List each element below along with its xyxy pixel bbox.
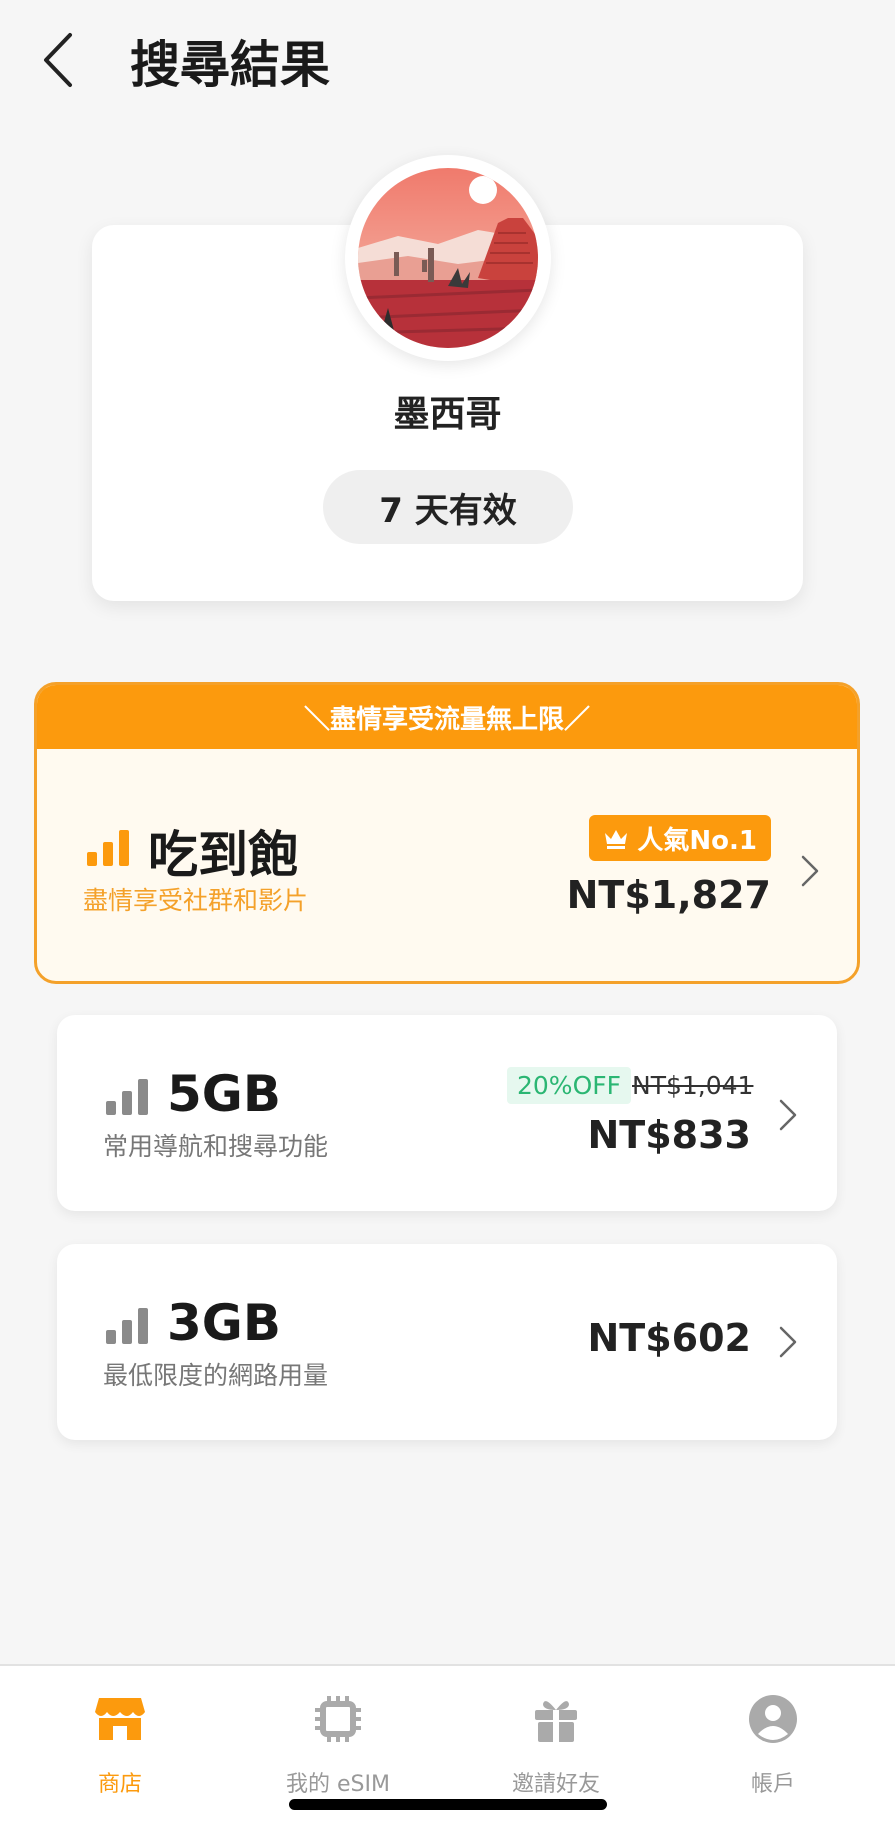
mexico-landscape-icon [358,168,538,348]
nav-item-store[interactable]: 商店 [20,1666,220,1806]
featured-plan-card[interactable]: ＼盡情享受流量無上限／ 吃到飽 盡情享受社群和影片 人氣No.1 NT$1,82… [34,682,860,984]
nav-label-invite: 邀請好友 [511,1772,600,1797]
chip-icon [315,1696,361,1742]
nav-label-store: 商店 [97,1772,142,1797]
featured-plan-name: 吃到飽 [148,826,298,884]
signal-bars-icon [106,1079,148,1115]
plan-description: 最低限度的網路用量 [103,1361,329,1390]
chevron-right-icon [801,855,819,887]
chevron-right-icon [779,1099,797,1131]
discount-badge: 20%OFF [507,1067,632,1104]
account-icon [749,1695,797,1743]
header: 搜尋結果 [0,0,895,130]
country-name: 墨西哥 [393,394,502,435]
back-button[interactable] [40,30,90,100]
nav-item-account[interactable]: 帳戶 [673,1666,873,1806]
signal-bars-icon [87,830,129,866]
plan-price: NT$602 [587,1316,752,1360]
country-image [345,155,551,361]
plan-description: 常用導航和搜尋功能 [103,1132,329,1161]
validity-pill[interactable]: 7 天有效 [323,470,573,544]
home-indicator [289,1799,607,1810]
plan-price: NT$833 [587,1113,752,1157]
featured-banner: ＼盡情享受流量無上限／ [37,685,857,749]
featured-plan-price: NT$1,827 [566,873,771,917]
page-title: 搜尋結果 [130,36,330,94]
crown-icon [605,830,628,849]
chevron-left-icon [44,33,72,87]
gift-icon [535,1701,577,1742]
signal-bars-icon [106,1308,148,1344]
nav-item-invite[interactable]: 邀請好友 [456,1666,656,1806]
store-icon [95,1698,145,1740]
plan-card-3gb[interactable]: 3GB 最低限度的網路用量 NT$602 [57,1244,837,1440]
nav-item-my-esim[interactable]: 我的 eSIM [238,1666,438,1806]
nav-label-account: 帳戶 [750,1772,795,1797]
popular-badge-label: 人氣No.1 [637,825,757,856]
nav-label-my-esim: 我的 eSIM [286,1772,390,1797]
plan-name: 5GB [167,1065,281,1123]
plan-name: 3GB [167,1294,281,1352]
chevron-right-icon [779,1326,797,1358]
featured-plan-description: 盡情享受社群和影片 [83,886,309,915]
plan-card-5gb[interactable]: 5GB 常用導航和搜尋功能 20%OFF NT$1,041 NT$833 [57,1015,837,1211]
popular-badge: 人氣No.1 [589,815,771,861]
original-price: NT$1,041 [632,1071,754,1100]
